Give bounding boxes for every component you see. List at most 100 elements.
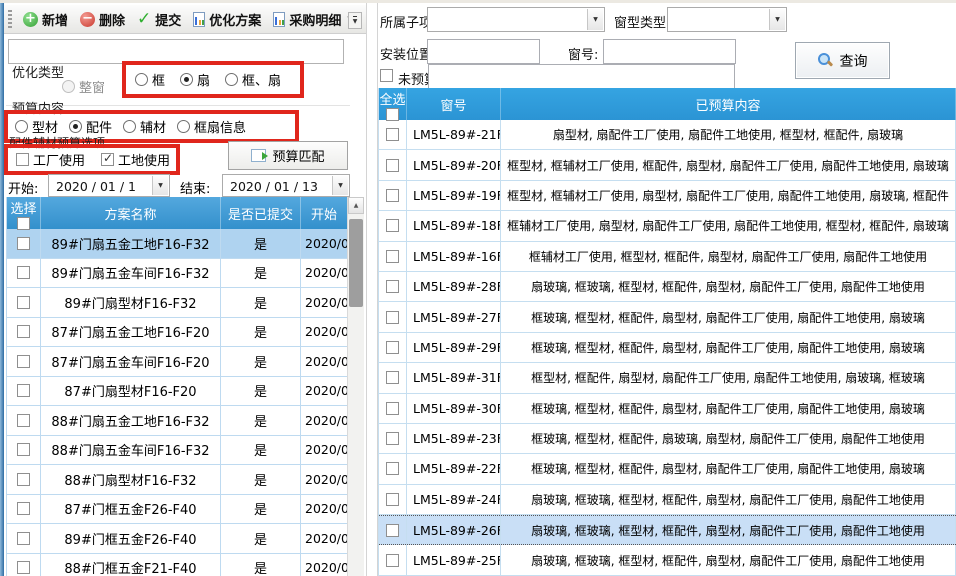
- window-table-row[interactable]: LM5L-89#-29F27框玻璃, 框型材, 框配件, 扇型材, 扇配件工厂使…: [379, 333, 956, 363]
- radio-option[interactable]: 框扇信息: [177, 117, 246, 136]
- delete-button[interactable]: 删除: [74, 7, 131, 32]
- row-checkbox[interactable]: [17, 561, 30, 574]
- end-date-picker[interactable]: 2020 / 01 / 13 ▼: [222, 174, 350, 197]
- submit-button[interactable]: 提交: [131, 7, 187, 32]
- toolbar-grip[interactable]: [8, 10, 12, 28]
- radio-icon[interactable]: [225, 73, 238, 86]
- row-checkbox[interactable]: [386, 524, 399, 537]
- radio-icon[interactable]: [180, 73, 193, 86]
- radio-icon[interactable]: [15, 120, 28, 133]
- plan-table-row[interactable]: 89#门扇型材F16-F32是2020/0: [7, 288, 364, 318]
- row-checkbox[interactable]: [17, 266, 30, 279]
- row-checkbox[interactable]: [386, 493, 399, 506]
- optimize-type-label: 优化类型: [12, 62, 64, 81]
- radio-option[interactable]: 框、扇: [225, 70, 281, 89]
- optimize-plan-button[interactable]: 优化方案: [187, 7, 267, 32]
- toolbar-overflow-button[interactable]: ▼: [348, 12, 362, 29]
- row-checkbox[interactable]: [386, 128, 399, 141]
- scrollbar-thumb[interactable]: [349, 219, 363, 307]
- row-checkbox[interactable]: [386, 462, 399, 475]
- row-checkbox[interactable]: [386, 371, 399, 384]
- unbudgeted-checkbox[interactable]: [380, 69, 393, 82]
- install-position-input[interactable]: [427, 39, 540, 64]
- checkbox-option[interactable]: 工地使用: [101, 150, 170, 169]
- checkbox-icon[interactable]: [16, 153, 29, 166]
- row-checkbox[interactable]: [17, 532, 30, 545]
- radio-icon[interactable]: [123, 120, 136, 133]
- window-table-row[interactable]: LM5L-89#-31F29框型材, 框配件, 扇型材, 扇配件工厂使用, 扇配…: [379, 363, 956, 393]
- plan-table-row[interactable]: 89#门框五金F26-F40是2020/0: [7, 524, 364, 554]
- plan-table-row[interactable]: 87#门扇五金车间F16-F20是2020/0: [7, 347, 364, 377]
- query-button[interactable]: 查询: [795, 42, 890, 79]
- row-checkbox[interactable]: [386, 219, 399, 232]
- radio-icon[interactable]: [62, 80, 75, 93]
- radio-option[interactable]: 框: [135, 70, 165, 89]
- select-all-checkbox[interactable]: [17, 217, 30, 230]
- checkbox-icon[interactable]: [101, 153, 114, 166]
- row-checkbox[interactable]: [17, 325, 30, 338]
- checkbox-option[interactable]: 工厂使用: [16, 150, 85, 169]
- window-type-select[interactable]: ▼: [667, 7, 787, 32]
- window-table-row[interactable]: LM5L-89#-16F15框辅材工厂使用, 框型材, 框配件, 扇型材, 扇配…: [379, 242, 956, 272]
- row-checkbox[interactable]: [17, 443, 30, 456]
- window-table-row[interactable]: LM5L-89#-19F17框型材, 框辅材工厂使用, 扇型材, 扇配件工厂使用…: [379, 181, 956, 211]
- row-checkbox[interactable]: [17, 473, 30, 486]
- window-table-row[interactable]: LM5L-89#-18F16框辅材工厂使用, 扇型材, 扇配件工厂使用, 扇配件…: [379, 211, 956, 241]
- unbudgeted-input[interactable]: [428, 64, 735, 89]
- budget-match-button[interactable]: 预算匹配: [228, 141, 348, 170]
- window-table-row[interactable]: LM5L-89#-27F25框玻璃, 框型材, 框配件, 扇型材, 扇配件工厂使…: [379, 302, 956, 332]
- sub-item-select[interactable]: ▼: [427, 7, 605, 32]
- radio-icon[interactable]: [69, 120, 82, 133]
- row-checkbox[interactable]: [386, 554, 399, 567]
- plan-table-row[interactable]: 87#门框五金F26-F40是2020/0: [7, 495, 364, 525]
- row-checkbox[interactable]: [17, 384, 30, 397]
- window-no-input[interactable]: [603, 39, 736, 64]
- row-checkbox[interactable]: [17, 414, 30, 427]
- chevron-down-icon[interactable]: ▼: [769, 9, 785, 30]
- scroll-up-icon[interactable]: ▲: [348, 197, 364, 214]
- window-table-row[interactable]: LM5L-89#-24F22扇玻璃, 框玻璃, 框型材, 框配件, 扇型材, 扇…: [379, 485, 956, 515]
- radio-option[interactable]: 扇: [180, 70, 210, 89]
- plan-table-row[interactable]: 88#门扇五金车间F16-F32是2020/0: [7, 436, 364, 466]
- window-table-row[interactable]: LM5L-89#-21F19扇型材, 扇配件工厂使用, 扇配件工地使用, 框型材…: [379, 120, 956, 150]
- plan-table-scrollbar[interactable]: ▲: [347, 197, 364, 576]
- plan-table-row[interactable]: 87#门扇型材F16-F20是2020/0: [7, 377, 364, 407]
- row-checkbox[interactable]: [17, 296, 30, 309]
- window-table-row[interactable]: LM5L-89#-22F20框玻璃, 框型材, 框配件, 扇型材, 扇配件工厂使…: [379, 454, 956, 484]
- row-checkbox[interactable]: [386, 402, 399, 415]
- radio-option[interactable]: 整窗: [62, 77, 105, 96]
- plan-table-row[interactable]: 88#门扇五金工地F16-F32是2020/0: [7, 406, 364, 436]
- window-table-row[interactable]: LM5L-89#-23F21框玻璃, 框型材, 框配件, 扇玻璃, 扇型材, 扇…: [379, 424, 956, 454]
- plan-table-row[interactable]: 88#门扇型材F16-F32是2020/0: [7, 465, 364, 495]
- row-checkbox[interactable]: [386, 341, 399, 354]
- window-table-row[interactable]: LM5L-89#-20F18框型材, 框辅材工厂使用, 框配件, 扇型材, 扇配…: [379, 150, 956, 180]
- radio-option[interactable]: 辅材: [123, 117, 166, 136]
- chevron-down-icon[interactable]: ▼: [152, 176, 168, 195]
- window-table-row[interactable]: LM5L-89#-30F28框玻璃, 框型材, 框配件, 扇型材, 扇配件工厂使…: [379, 394, 956, 424]
- start-date-picker[interactable]: 2020 / 01 / 1 ▼: [48, 174, 170, 197]
- row-checkbox[interactable]: [17, 502, 30, 515]
- row-checkbox[interactable]: [386, 159, 399, 172]
- row-checkbox[interactable]: [17, 355, 30, 368]
- plan-table-row[interactable]: 89#门扇五金车间F16-F32是2020/0: [7, 259, 364, 289]
- row-checkbox[interactable]: [386, 250, 399, 263]
- chevron-down-icon[interactable]: ▼: [587, 9, 603, 30]
- select-all-checkbox[interactable]: [386, 108, 399, 121]
- row-checkbox[interactable]: [17, 237, 30, 250]
- plan-table-row[interactable]: 89#门扇五金工地F16-F32是2020/0: [7, 229, 364, 259]
- row-checkbox[interactable]: [386, 432, 399, 445]
- window-table-row[interactable]: LM5L-89#-28F26扇玻璃, 框玻璃, 框型材, 框配件, 扇型材, 扇…: [379, 272, 956, 302]
- window-table-row[interactable]: LM5L-89#-25F23扇玻璃, 框玻璃, 框型材, 框配件, 扇型材, 扇…: [379, 545, 956, 575]
- radio-icon[interactable]: [177, 120, 190, 133]
- plan-table-row[interactable]: 87#门扇五金工地F16-F20是2020/0: [7, 318, 364, 348]
- panel-divider[interactable]: [366, 3, 378, 576]
- window-table-row[interactable]: LM5L-89#-26F24扇玻璃, 框玻璃, 框型材, 框配件, 扇型材, 扇…: [379, 515, 956, 545]
- purchase-detail-button[interactable]: 采购明细 ▼: [267, 7, 358, 32]
- add-button[interactable]: 新增: [17, 7, 74, 32]
- row-checkbox[interactable]: [386, 189, 399, 202]
- radio-icon[interactable]: [135, 73, 148, 86]
- row-checkbox[interactable]: [386, 280, 399, 293]
- chevron-down-icon[interactable]: ▼: [332, 176, 348, 195]
- plan-table-row[interactable]: 88#门框五金F21-F40是2020/0: [7, 554, 364, 576]
- row-checkbox[interactable]: [386, 311, 399, 324]
